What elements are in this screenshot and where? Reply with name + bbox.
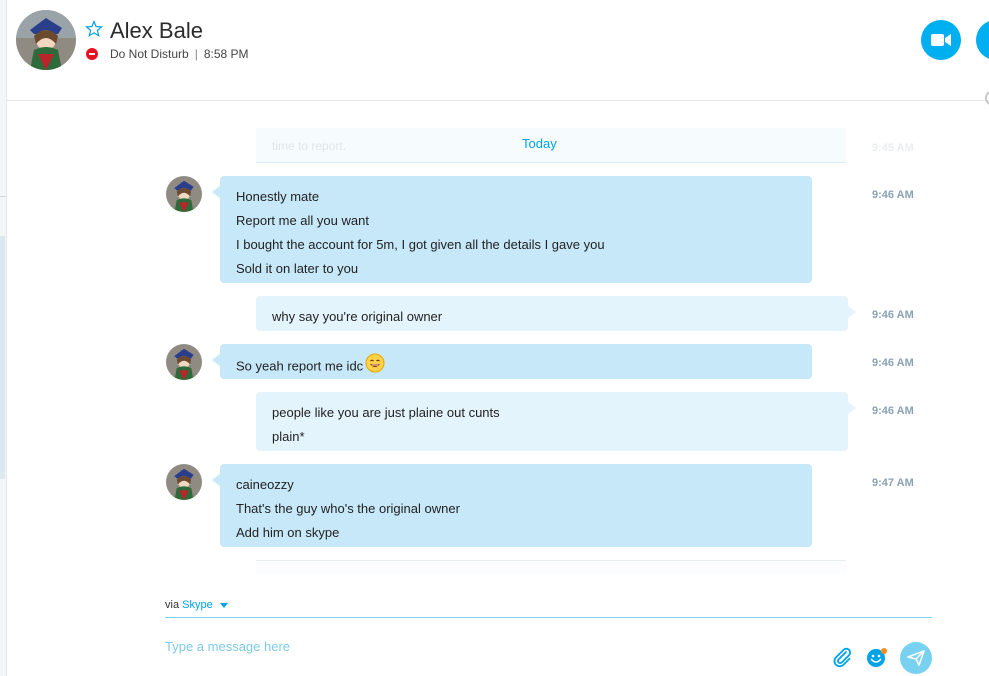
message-line: why say you're original owner — [272, 309, 443, 324]
status-separator: | — [194, 47, 198, 61]
message-line: caineozzy — [236, 477, 294, 492]
message-bubble-outgoing[interactable]: why say you're original owner — [256, 296, 856, 331]
audio-call-button[interactable] — [976, 20, 989, 60]
scroll-indicator[interactable] — [985, 90, 989, 106]
contact-name[interactable]: Alex Bale — [110, 18, 203, 44]
do-not-disturb-icon — [86, 48, 98, 60]
message-bubble-incoming[interactable]: caineozzy That's the guy who's the origi… — [212, 464, 812, 547]
paper-plane-icon — [907, 650, 925, 666]
message-input[interactable] — [165, 634, 815, 658]
contact-avatar[interactable] — [16, 10, 76, 70]
sidebar-divider — [0, 196, 6, 197]
status-text: Do Not Disturb — [110, 47, 189, 61]
message-bubble-incoming[interactable]: Honestly mate Report me all you want I b… — [212, 176, 812, 283]
via-skype-link[interactable]: Skype — [182, 599, 213, 611]
grin-emoticon-icon — [365, 353, 385, 381]
message-line: Report me all you want — [236, 213, 369, 228]
message-line: people like you are just plaine out cunt… — [272, 405, 500, 420]
via-label: via — [165, 599, 180, 611]
send-button[interactable] — [900, 642, 932, 674]
message-time: 9:46 AM — [872, 309, 914, 321]
emoticon-icon[interactable] — [865, 646, 889, 670]
message-time: 9:46 AM — [872, 357, 914, 369]
contact-status-row: Do Not Disturb | 8:58 PM — [86, 47, 249, 61]
message-line: I bought the account for 5m, I got given… — [236, 237, 605, 252]
conversation-header: Alex Bale Do Not Disturb | 8:58 PM — [6, 0, 989, 106]
message-line: That's the guy who's the original owner — [236, 501, 460, 516]
sidebar-selection-highlight — [0, 236, 5, 479]
message-line: Honestly mate — [236, 189, 320, 204]
video-call-button[interactable] — [921, 20, 961, 60]
message-time: 9:46 AM — [872, 405, 914, 417]
message-line: plain* — [272, 429, 305, 444]
message-line: So yeah report me idc — [236, 353, 796, 381]
chevron-down-icon[interactable] — [219, 602, 228, 608]
favorite-star-icon[interactable] — [85, 19, 103, 38]
sender-avatar[interactable] — [166, 176, 202, 212]
message-time: 9:47 AM — [872, 477, 914, 489]
conversation-bottom-fade — [256, 560, 846, 575]
status-time: 8:58 PM — [203, 47, 249, 61]
faded-message-time: 9:45 AM — [872, 142, 914, 154]
compose-divider — [165, 617, 932, 618]
message-time: 9:46 AM — [872, 189, 914, 201]
message-line: Add him on skype — [236, 525, 340, 540]
video-camera-icon — [931, 34, 951, 46]
sender-avatar[interactable] — [166, 344, 202, 380]
message-bubble-incoming[interactable]: So yeah report me idc — [212, 344, 812, 381]
faded-message-text: time to report. — [272, 139, 347, 153]
paperclip-icon[interactable] — [831, 646, 853, 668]
send-via-selector[interactable]: via Skype — [165, 599, 228, 611]
day-separator: Today — [522, 136, 557, 151]
message-text: So yeah report me idc — [236, 358, 364, 374]
sidebar-edge — [0, 0, 7, 676]
sender-avatar[interactable] — [166, 464, 202, 500]
message-line: Sold it on later to you — [236, 261, 359, 276]
message-bubble-outgoing[interactable]: people like you are just plaine out cunt… — [256, 392, 856, 451]
